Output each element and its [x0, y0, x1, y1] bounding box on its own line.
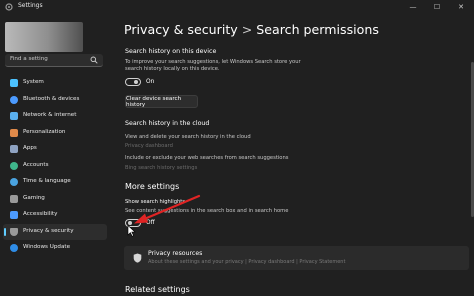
bing-search-history-link[interactable]: Bing search history settings [125, 165, 197, 171]
shield-icon [10, 227, 18, 236]
shield-icon [133, 253, 142, 263]
sidebar-item-accounts[interactable]: Accounts [0, 158, 108, 175]
sidebar-item-label: Personalization [23, 128, 66, 135]
sidebar-item-gaming[interactable]: Gaming [0, 191, 108, 208]
account-profile[interactable] [5, 22, 83, 52]
brush-icon [10, 128, 18, 137]
search-history-device-desc-1: To improve your search suggestions, let … [125, 59, 301, 65]
search-highlights-toggle-state: Off [146, 220, 155, 226]
sidebar-nav: System Bluetooth & devices Network & int… [0, 75, 108, 257]
sidebar-item-label: Apps [23, 145, 37, 151]
maximize-button[interactable]: ☐ [426, 0, 448, 14]
windows-update-icon [10, 244, 18, 252]
sidebar-item-accessibility[interactable]: Accessibility [0, 207, 108, 224]
accessibility-icon [10, 211, 18, 219]
search-history-device-label: Search history on this device [125, 48, 217, 55]
clear-device-search-history-button[interactable]: Clear device search history [125, 95, 198, 108]
sidebar: Find a setting System Bluetooth & device… [0, 14, 108, 296]
page-title: Privacy & security > Search permissions [124, 22, 379, 37]
sidebar-item-privacy-security[interactable]: Privacy & security [3, 223, 107, 240]
breadcrumb-separator: > [241, 22, 253, 37]
bluetooth-icon [10, 95, 18, 104]
find-setting-search[interactable]: Find a setting [5, 54, 103, 67]
search-history-device-toggle[interactable] [125, 78, 141, 86]
sidebar-item-label: Time & language [23, 178, 71, 184]
search-icon [90, 56, 98, 64]
clear-button-label: Clear device search history [126, 95, 182, 108]
network-icon [10, 112, 18, 120]
search-highlights-label: Show search highlights [125, 199, 186, 205]
breadcrumb-current: Search permissions [256, 22, 379, 37]
sidebar-item-windows-update[interactable]: Windows Update [0, 240, 108, 257]
sidebar-item-label: Windows Update [23, 244, 71, 250]
title-bar: Settings — ☐ ✕ [0, 0, 474, 14]
sidebar-item-network[interactable]: Network & internet [0, 108, 108, 125]
privacy-resources-links[interactable]: About these settings and your privacy | … [148, 259, 345, 265]
include-exclude-text: Include or exclude your web searches fro… [125, 155, 289, 161]
search-history-device-toggle-state: On [146, 79, 155, 85]
settings-app-icon [5, 3, 13, 11]
sidebar-item-label: Accounts [23, 161, 49, 168]
close-button[interactable]: ✕ [450, 0, 472, 14]
search-history-cloud-label: Search history in the cloud [125, 120, 210, 127]
privacy-resources-card: Privacy resources About these settings a… [124, 246, 469, 270]
sidebar-item-personalization[interactable]: Personalization [0, 125, 108, 142]
search-placeholder: Find a setting [10, 56, 48, 62]
sidebar-item-label: System [23, 79, 44, 85]
search-history-device-desc-2: search history locally on this device. [125, 66, 220, 72]
view-delete-history-text: View and delete your search history in t… [125, 134, 251, 140]
privacy-dashboard-link[interactable]: Privacy dashboard [125, 143, 173, 149]
sidebar-item-bluetooth[interactable]: Bluetooth & devices [0, 92, 108, 109]
sidebar-item-label: Accessibility [23, 211, 58, 217]
sidebar-item-apps[interactable]: Apps [0, 141, 108, 158]
system-icon [10, 79, 18, 87]
gaming-icon [10, 194, 18, 203]
accounts-icon [10, 161, 18, 170]
sidebar-item-system[interactable]: System [0, 75, 108, 92]
breadcrumb-parent[interactable]: Privacy & security [124, 22, 238, 37]
globe-icon [10, 178, 18, 186]
privacy-resources-title: Privacy resources [148, 250, 203, 257]
sidebar-item-label: Network & internet [23, 112, 77, 118]
apps-icon [10, 145, 18, 153]
more-settings-heading: More settings [125, 182, 180, 191]
main-content: Privacy & security > Search permissions Se… [108, 14, 474, 296]
toggle-knob [134, 80, 138, 84]
minimize-button[interactable]: — [402, 0, 424, 14]
sidebar-item-label: Bluetooth & devices [23, 95, 80, 102]
related-settings-heading: Related settings [125, 285, 190, 294]
mouse-cursor-icon [127, 225, 136, 237]
sidebar-item-time-language[interactable]: Time & language [0, 174, 108, 191]
search-highlights-desc: See content suggestions in the search bo… [125, 208, 289, 214]
window-title: Settings [18, 2, 43, 9]
sidebar-item-label: Privacy & security [23, 227, 74, 234]
sidebar-item-label: Gaming [23, 194, 45, 201]
